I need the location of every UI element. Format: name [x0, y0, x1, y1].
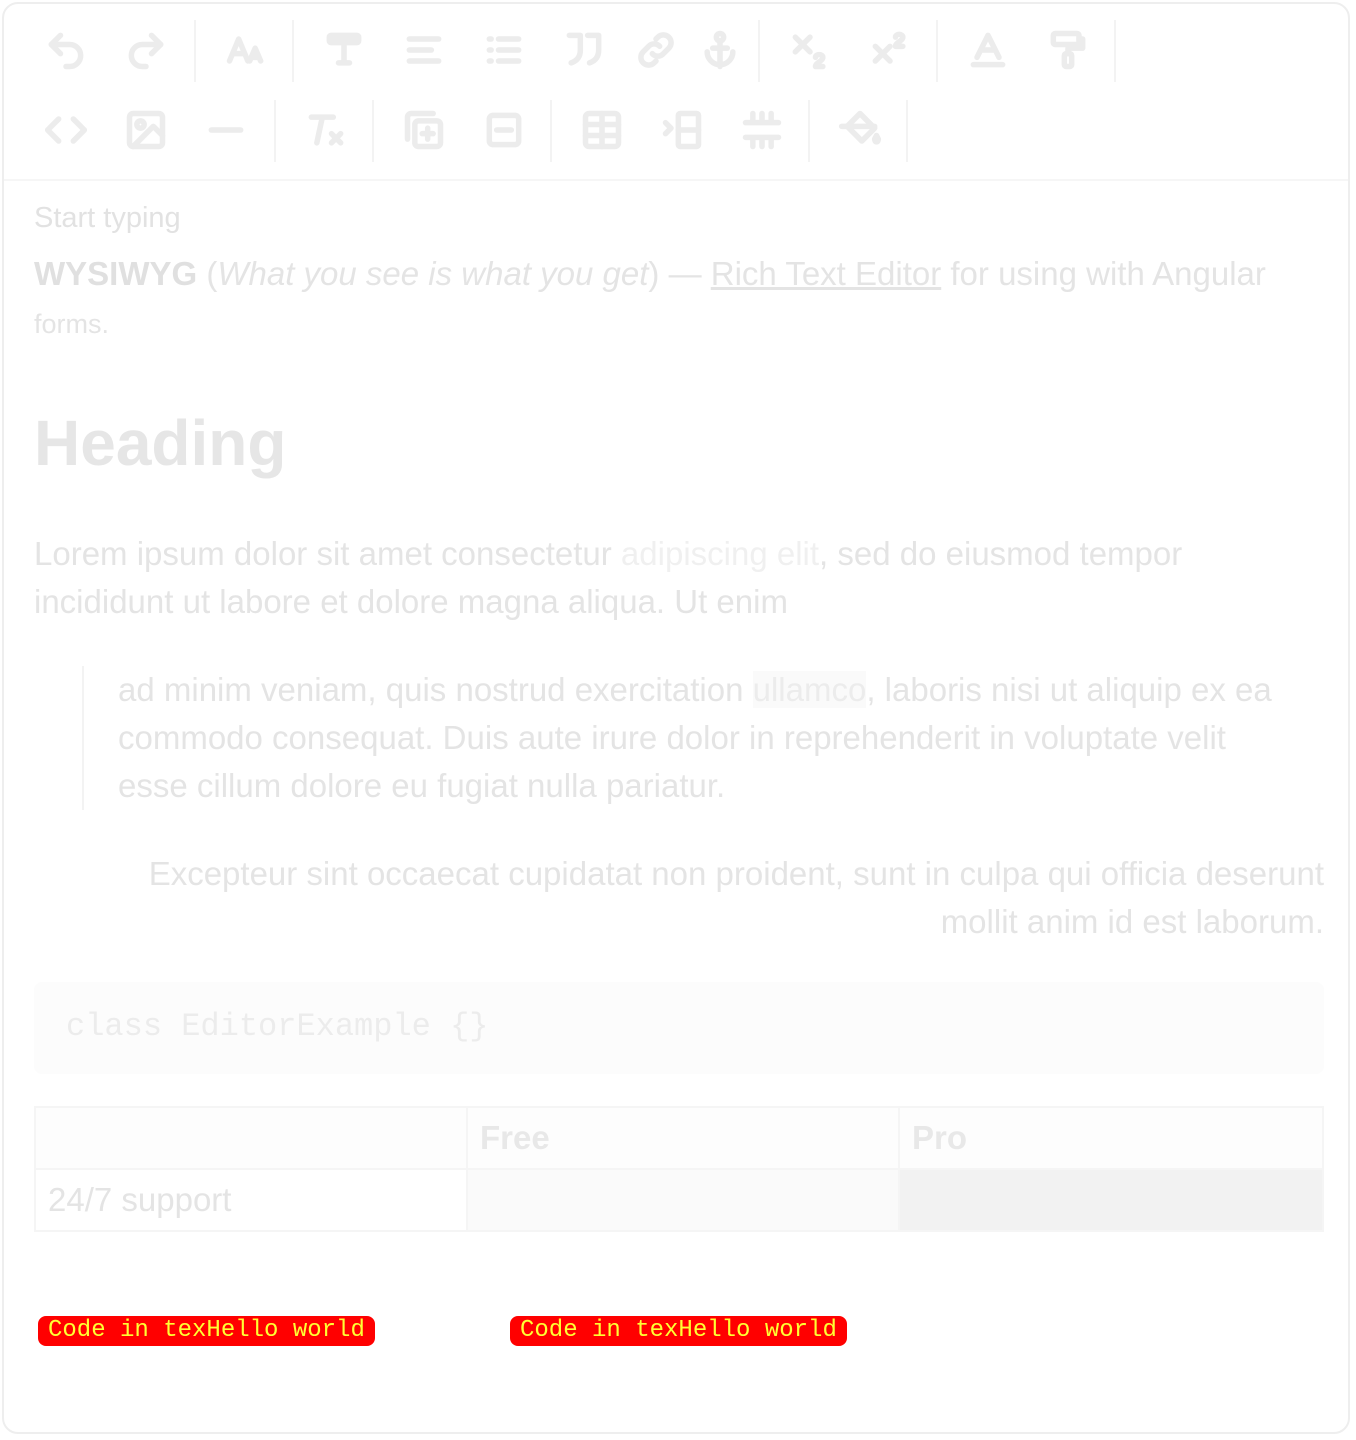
image-icon[interactable] — [122, 106, 170, 154]
font-size-icon[interactable] — [222, 26, 270, 74]
align-icon[interactable] — [400, 26, 448, 74]
table-header-cell[interactable]: Pro — [898, 1106, 1324, 1170]
row-insert-icon[interactable] — [658, 106, 706, 154]
highlighted-text: adipiscing elit — [620, 535, 820, 572]
insert-block-icon[interactable] — [400, 106, 448, 154]
intro-rest: for using with Angular — [941, 255, 1266, 292]
toolbar-divider — [758, 20, 760, 82]
clear-format-icon[interactable] — [302, 106, 350, 154]
toolbar-divider — [808, 100, 810, 162]
redo-icon[interactable] — [122, 26, 170, 74]
toolbar-divider — [906, 100, 908, 162]
code-icon[interactable] — [42, 106, 90, 154]
text-style-icon[interactable] — [320, 26, 368, 74]
quote-text: ad minim veniam, quis nostrud exercitati… — [118, 671, 753, 708]
table-header-cell[interactable]: Free — [466, 1106, 900, 1170]
table-icon[interactable] — [578, 106, 626, 154]
paren-open: ( — [197, 255, 218, 292]
toolbar-divider — [550, 100, 552, 162]
code-block: class EditorExample {} — [34, 982, 1324, 1074]
blockquote: ad minim veniam, quis nostrud exercitati… — [82, 666, 1302, 810]
toolbar-divider — [194, 20, 196, 82]
intro-rest-2: forms. — [34, 309, 110, 339]
marked-text: ullamco — [752, 671, 867, 708]
remove-block-icon[interactable] — [480, 106, 528, 154]
table-header-row: Free Pro — [34, 1106, 1324, 1170]
cell-merge-icon[interactable] — [738, 106, 786, 154]
placeholder-text: Start typing — [34, 202, 181, 234]
toolbar-divider — [372, 100, 374, 162]
list-icon[interactable] — [480, 26, 528, 74]
content-heading: Heading — [34, 407, 287, 479]
fill-color-icon[interactable] — [836, 106, 884, 154]
toolbar-divider — [274, 100, 276, 162]
text-color-icon[interactable] — [964, 26, 1012, 74]
inline-code-chip: Code in texHello world — [38, 1316, 375, 1346]
table-header-cell[interactable] — [34, 1106, 468, 1170]
table-row: 24/7 support — [34, 1168, 1324, 1232]
editor-toolbar — [4, 4, 1348, 181]
bold-text: WYSIWYG — [34, 255, 198, 292]
table-cell[interactable] — [466, 1168, 900, 1232]
table-cell[interactable] — [898, 1168, 1324, 1232]
rich-text-editor: Start typing WYSIWYG (What you see is wh… — [2, 2, 1350, 1434]
table-cell[interactable]: 24/7 support — [34, 1168, 468, 1232]
rich-text-editor-link[interactable]: Rich Text Editor — [711, 255, 941, 292]
toolbar-divider — [936, 20, 938, 82]
content-table: Free Pro 24/7 support — [34, 1106, 1324, 1232]
code-text: class EditorExample {} — [66, 1008, 489, 1045]
subscript-icon[interactable] — [786, 26, 834, 74]
right-aligned-paragraph: Excepteur sint occaecat cupidatat non pr… — [148, 855, 1324, 940]
undo-icon[interactable] — [42, 26, 90, 74]
horizontal-rule-icon[interactable] — [202, 106, 250, 154]
anchor-icon[interactable] — [696, 26, 744, 74]
intro-paragraph: WYSIWYG (What you see is what you get) —… — [34, 250, 1294, 348]
format-painter-icon[interactable] — [1044, 26, 1092, 74]
inline-code-chip: Code in texHello world — [510, 1316, 847, 1346]
link-icon[interactable] — [632, 26, 680, 74]
toolbar-divider — [1114, 20, 1116, 82]
para-text: Lorem ipsum dolor sit amet consectetur — [34, 535, 621, 572]
italic-text: What you see is what you get — [217, 255, 649, 292]
toolbar-divider — [292, 20, 294, 82]
quote-icon[interactable] — [560, 26, 608, 74]
lorem-paragraph: Lorem ipsum dolor sit amet consectetur a… — [34, 530, 1294, 626]
superscript-icon[interactable] — [866, 26, 914, 74]
paren-close: ) — — [648, 255, 711, 292]
